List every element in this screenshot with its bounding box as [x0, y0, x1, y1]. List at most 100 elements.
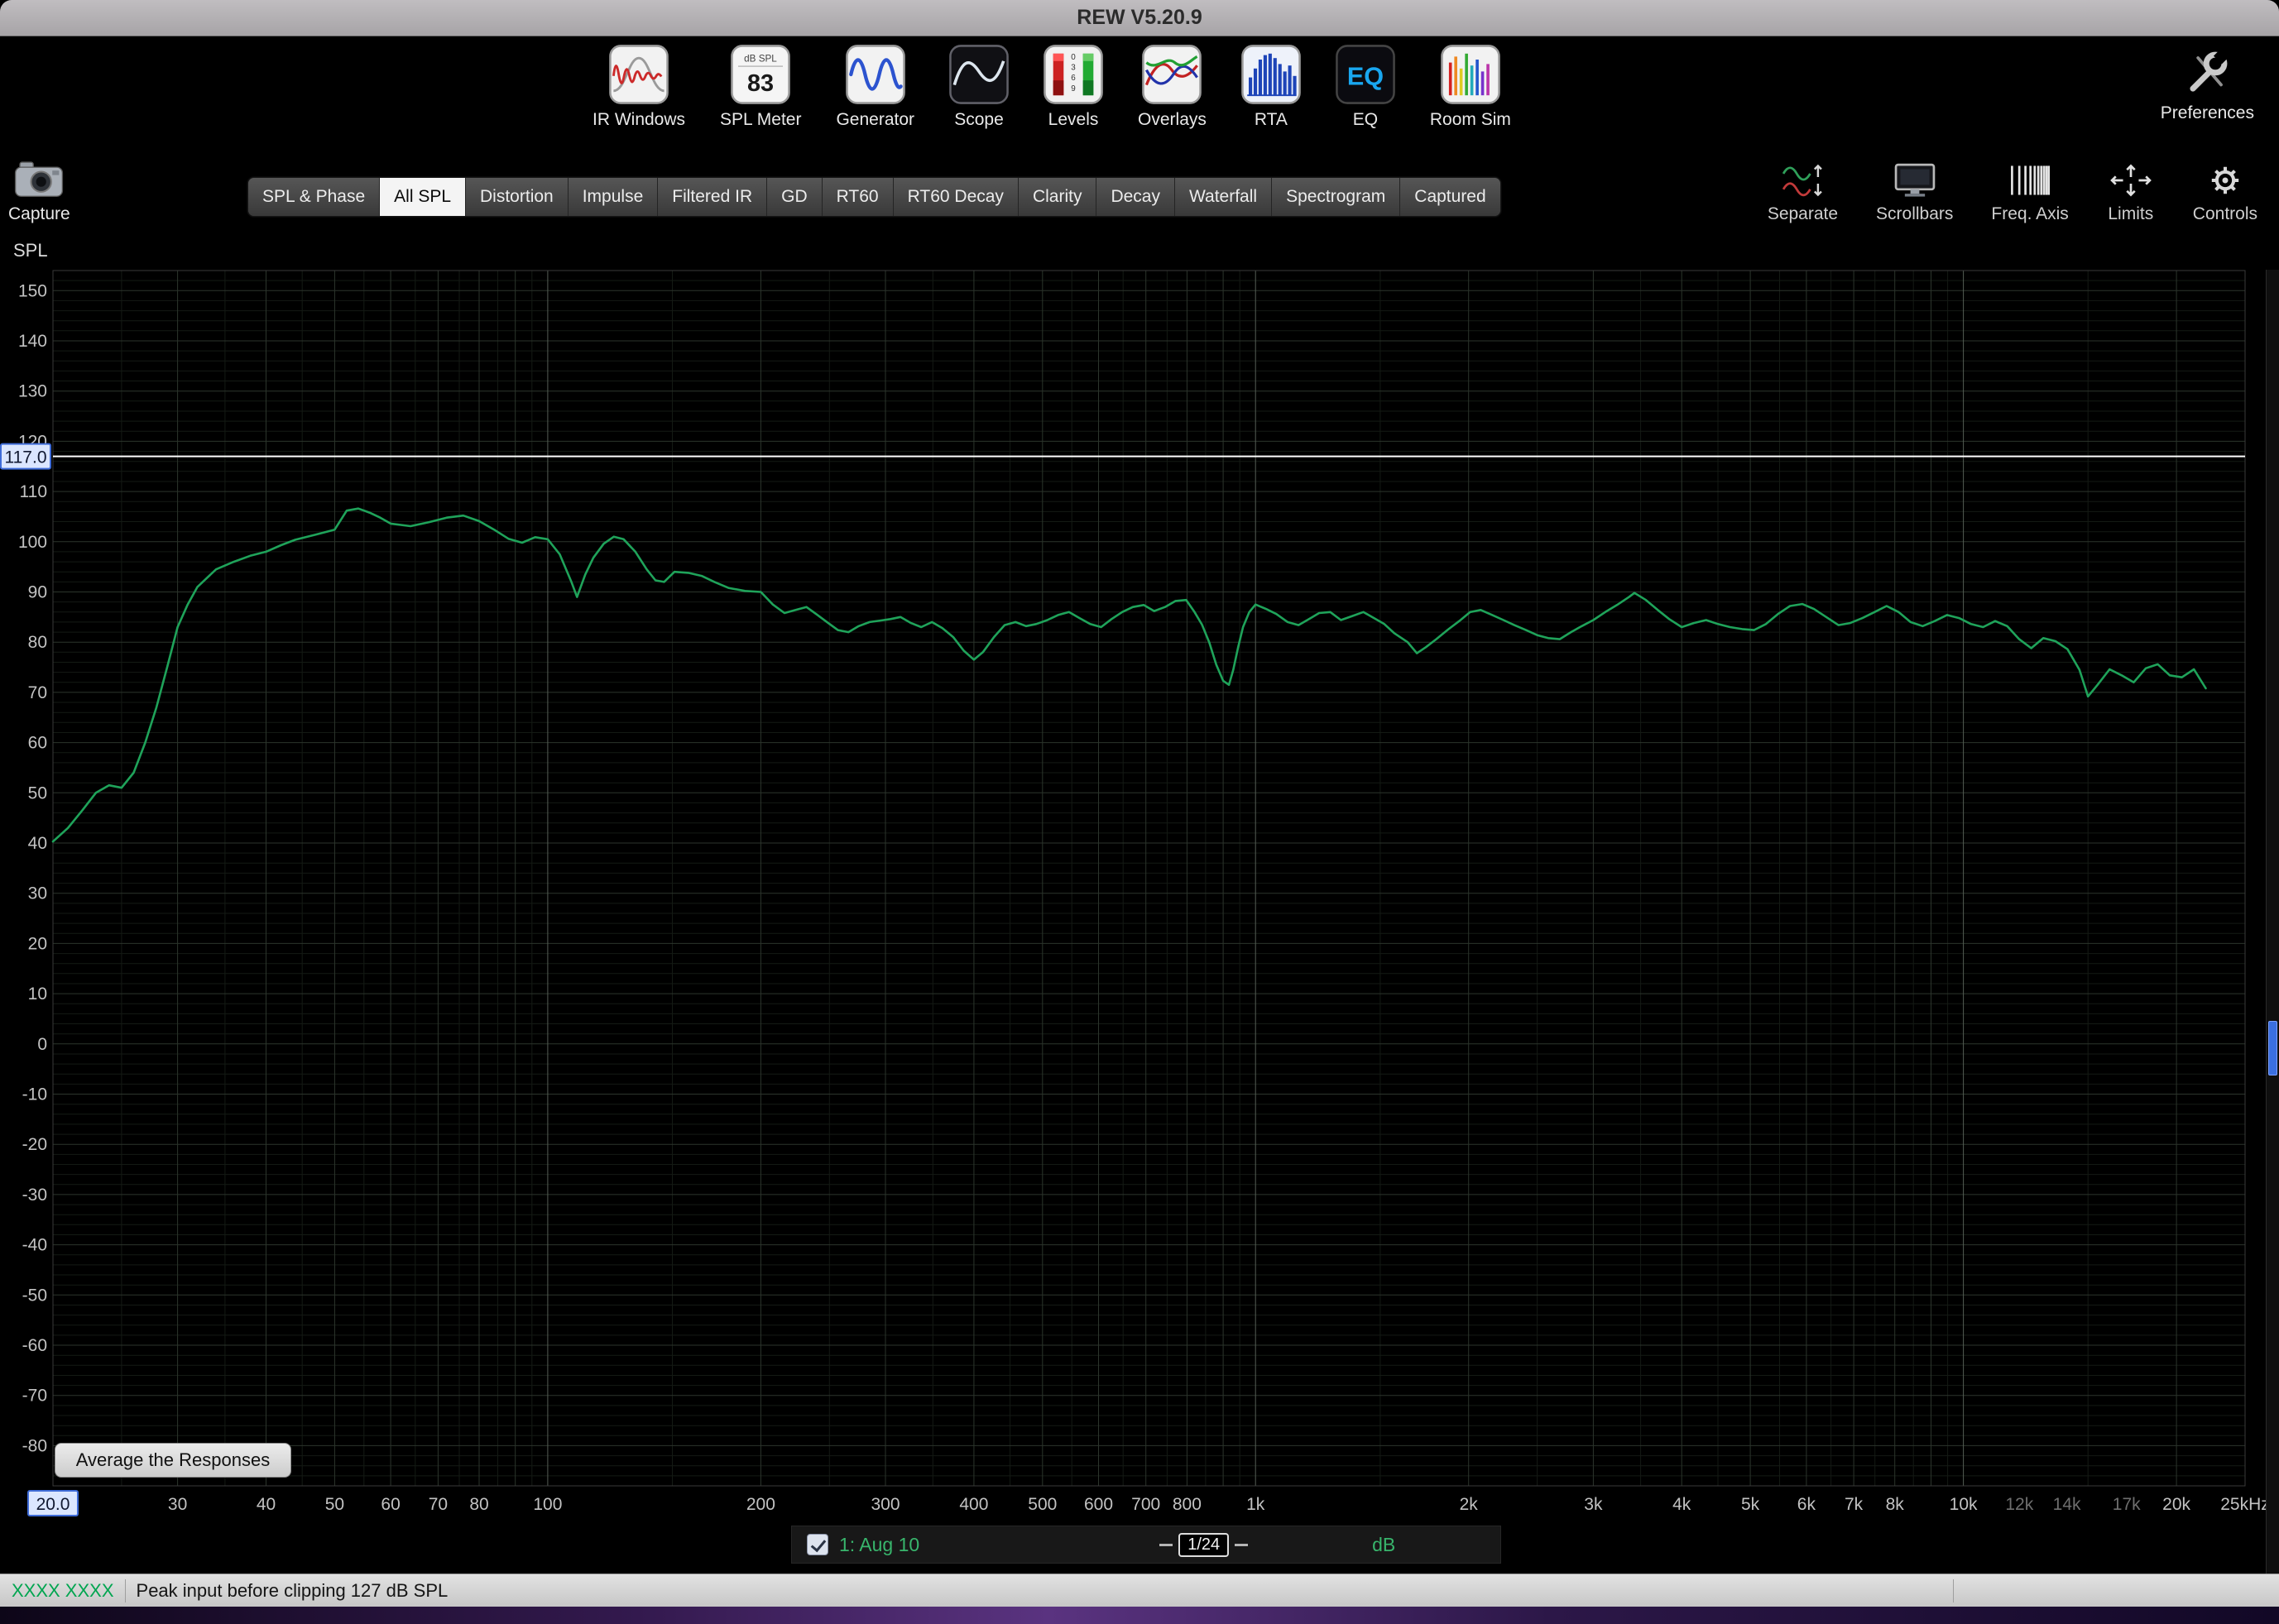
- capture-button[interactable]: Capture: [8, 160, 70, 224]
- svg-text:83: 83: [747, 70, 774, 97]
- tab-gd[interactable]: GD: [767, 178, 823, 216]
- status-divider-2: [1953, 1579, 1954, 1602]
- graph-control-bar: Separate Scrollbars Freq. Axis Limits Con…: [1768, 159, 2257, 224]
- smoothing-increase[interactable]: [1235, 1544, 1248, 1546]
- svg-text:140: 140: [18, 332, 47, 351]
- toolbar-button-levels[interactable]: 03 69 Levels: [1044, 45, 1103, 130]
- tab-filtered-ir[interactable]: Filtered IR: [658, 178, 767, 216]
- smoothing-value[interactable]: 1/24: [1178, 1533, 1229, 1557]
- tab-spl-phase[interactable]: SPL & Phase: [248, 178, 380, 216]
- tab-rt60-decay[interactable]: RT60 Decay: [894, 178, 1019, 216]
- svg-text:80: 80: [469, 1495, 488, 1514]
- spl-chart-canvas[interactable]: 1501401301201101009080706050403020100-10…: [0, 263, 2279, 1529]
- status-bar: XXXX XXXX Peak input before clipping 127…: [0, 1574, 2279, 1607]
- svg-text:117.0: 117.0: [5, 448, 47, 467]
- rta-icon: [1241, 45, 1301, 104]
- svg-text:-80: -80: [22, 1436, 47, 1455]
- tab-waterfall[interactable]: Waterfall: [1175, 178, 1272, 216]
- rew-window: REW V5.20.9 IR Windows dB SPL 83SPL Mete…: [0, 0, 2279, 1624]
- wrench-icon: [2181, 46, 2233, 98]
- smoothing-decrease[interactable]: [1159, 1544, 1173, 1546]
- graph-control-limits[interactable]: Limits: [2107, 159, 2155, 224]
- tab-all-spl[interactable]: All SPL: [380, 178, 466, 216]
- generator-icon: [846, 45, 905, 104]
- svg-text:7k: 7k: [1845, 1495, 1864, 1514]
- grid-decade-lines: [548, 271, 1964, 1486]
- x-axis-start-value[interactable]: 20.0: [28, 1491, 78, 1516]
- toolbar-button-label: Room Sim: [1430, 110, 1511, 130]
- toolbar-button-generator[interactable]: Generator: [836, 45, 914, 130]
- tab-clarity[interactable]: Clarity: [1019, 178, 1097, 216]
- scope-icon: [949, 45, 1009, 104]
- svg-text:-10: -10: [22, 1085, 47, 1104]
- graph-control-label: Controls: [2193, 204, 2257, 224]
- toolbar-button-ir-windows[interactable]: IR Windows: [593, 45, 685, 130]
- right-scrollbar-thumb[interactable]: [2268, 1021, 2277, 1075]
- svg-text:-40: -40: [22, 1236, 47, 1255]
- tab-rt60[interactable]: RT60: [823, 178, 894, 216]
- svg-text:70: 70: [429, 1495, 448, 1514]
- tab-distortion[interactable]: Distortion: [466, 178, 569, 216]
- window-titlebar[interactable]: REW V5.20.9: [0, 0, 2279, 36]
- spl-meter-icon: dB SPL 83: [731, 45, 790, 104]
- spl-trace-aug10: [53, 509, 2206, 842]
- eq-icon: EQ: [1336, 45, 1395, 104]
- svg-text:6: 6: [1071, 74, 1076, 83]
- level-cursor-value[interactable]: 117.0: [1, 444, 50, 469]
- svg-text:100: 100: [533, 1495, 562, 1514]
- right-scrollbar[interactable]: [2266, 270, 2279, 1574]
- svg-text:9: 9: [1071, 84, 1076, 93]
- toolbar-button-eq[interactable]: EQ EQ: [1336, 45, 1395, 130]
- svg-text:20.0: 20.0: [36, 1495, 70, 1514]
- graph-control-label: Freq. Axis: [1991, 204, 2068, 224]
- grid-minor: [53, 271, 2245, 1486]
- svg-text:25kHz: 25kHz: [2220, 1495, 2270, 1514]
- smoothing-control[interactable]: 1/24: [1159, 1533, 1248, 1557]
- svg-text:3: 3: [1071, 64, 1076, 73]
- average-responses-button[interactable]: Average the Responses: [55, 1443, 291, 1478]
- graph-control-scrollbars[interactable]: Scrollbars: [1876, 159, 1953, 224]
- svg-text:700: 700: [1131, 1495, 1160, 1514]
- plot-border: [53, 271, 2245, 1486]
- preferences-button[interactable]: Preferences: [2161, 46, 2254, 123]
- svg-text:dB SPL: dB SPL: [744, 54, 777, 65]
- graph-control-freq-axis[interactable]: Freq. Axis: [1991, 159, 2068, 224]
- toolbar-button-label: Levels: [1048, 110, 1099, 130]
- toolbar-button-room-sim[interactable]: Room Sim: [1430, 45, 1511, 130]
- measurement-name[interactable]: 1: Aug 10: [839, 1534, 919, 1556]
- tab-captured[interactable]: Captured: [1400, 178, 1499, 216]
- tab-impulse[interactable]: Impulse: [569, 178, 659, 216]
- svg-text:150: 150: [18, 281, 47, 300]
- svg-text:30: 30: [28, 884, 47, 903]
- toolbar-button-spl-meter[interactable]: dB SPL 83SPL Meter: [720, 45, 801, 130]
- tab-spectrogram[interactable]: Spectrogram: [1272, 178, 1400, 216]
- toolbar-button-overlays[interactable]: Overlays: [1138, 45, 1207, 130]
- graph-control-label: Separate: [1768, 204, 1838, 224]
- svg-text:20: 20: [28, 934, 47, 953]
- toolbar-button-scope[interactable]: Scope: [949, 45, 1009, 130]
- window-title: REW V5.20.9: [1077, 6, 1202, 30]
- measurement-checkbox[interactable]: [807, 1534, 828, 1555]
- preferences-label: Preferences: [2161, 103, 2254, 123]
- toolbar-button-label: EQ: [1353, 110, 1378, 130]
- toolbar-button-label: Generator: [836, 110, 914, 130]
- desktop-background-strip: [0, 1607, 2279, 1624]
- graph-control-controls[interactable]: Controls: [2193, 159, 2257, 224]
- capture-label: Capture: [8, 204, 70, 224]
- svg-text:40: 40: [28, 834, 47, 853]
- graph-control-separate[interactable]: Separate: [1768, 159, 1838, 224]
- svg-text:12k: 12k: [2005, 1495, 2033, 1514]
- x-axis-labels: 20.0304050607080100200300400500600700800…: [28, 1491, 2270, 1516]
- svg-text:4k: 4k: [1672, 1495, 1691, 1514]
- svg-text:8k: 8k: [1886, 1495, 1905, 1514]
- levels-icon: 03 69: [1044, 45, 1103, 104]
- spl-chart: 1501401301201101009080706050403020100-10…: [0, 263, 2279, 1529]
- toolbar-button-label: Overlays: [1138, 110, 1207, 130]
- svg-text:14k: 14k: [2053, 1495, 2081, 1514]
- graph-control-label: Limits: [2108, 204, 2153, 224]
- grid-major: [53, 271, 2245, 1486]
- tab-decay[interactable]: Decay: [1096, 178, 1175, 216]
- ir-windows-icon: [609, 45, 669, 104]
- toolbar-button-rta[interactable]: RTA: [1241, 45, 1301, 130]
- main-toolbar: IR Windows dB SPL 83SPL Meter Generator …: [0, 36, 2279, 154]
